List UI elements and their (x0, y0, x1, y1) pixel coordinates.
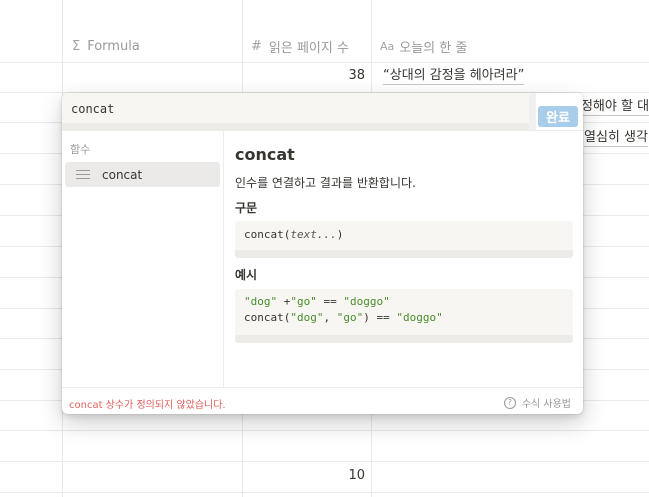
example-line: concat("dog", "go") == "doggo" (244, 311, 443, 324)
function-item-label: concat (102, 167, 143, 182)
syntax-code-block: concat(text...) (235, 221, 573, 258)
column-header-pages[interactable]: # 읽은 페이지 수 (251, 36, 349, 56)
vertical-scrollbar[interactable] (529, 93, 536, 130)
help-label: 수식 사용법 (521, 399, 571, 410)
code-scrollbar[interactable] (235, 250, 573, 258)
table-header: Σ Formula # 읽은 페이지 수 Aa 오늘의 한 줄 (0, 0, 649, 63)
row-divider (0, 430, 649, 431)
formula-input-text[interactable]: concat (71, 102, 114, 116)
sigma-icon: Σ (72, 38, 81, 54)
column-label: 읽은 페이지 수 (268, 40, 349, 56)
column-header-quote[interactable]: Aa 오늘의 한 줄 (380, 36, 467, 56)
formula-help-link[interactable]: ? 수식 사용법 (503, 395, 571, 410)
syntax-heading: 구문 (235, 201, 258, 215)
question-circle-icon: ? (503, 396, 516, 409)
function-description: 인수를 연결하고 결과를 반환합니다. (235, 176, 416, 190)
function-item-concat[interactable]: concat (65, 162, 220, 187)
example-line: "dog" +"go" == "doggo" (244, 295, 390, 308)
popup-footer: concat 상수가 정의되지 않았습니다. ? 수식 사용법 (62, 387, 583, 414)
example-code-block: "dog" +"go" == "doggo" concat("dog", "go… (235, 289, 573, 343)
pages-cell[interactable]: 10 (348, 468, 365, 483)
formula-input[interactable]: concat (62, 93, 529, 130)
number-icon: # (251, 38, 262, 54)
function-docs: concat 인수를 연결하고 결과를 반환합니다. 구문 concat(tex… (235, 131, 573, 387)
error-message: concat 상수가 정의되지 않았습니다. (69, 400, 226, 411)
horizontal-scrollbar[interactable] (62, 123, 529, 130)
syntax-line: concat(text...) (244, 228, 344, 241)
quote-cell[interactable]: “상대의 감정을 헤아려라” (383, 67, 525, 85)
function-list: 함수 concat (62, 131, 224, 387)
column-label: Formula (87, 38, 140, 54)
formula-editor-popup: concat 함수 concat concat 인수를 연결하고 결과를 반환합… (62, 93, 583, 414)
example-heading: 예시 (235, 268, 258, 282)
done-button[interactable]: 완료 (538, 106, 578, 127)
row-divider (0, 492, 649, 493)
pages-cell[interactable]: 38 (348, 68, 365, 83)
row-divider (0, 461, 649, 462)
quote-cell[interactable]: 열심히 생각 (584, 129, 648, 147)
function-list-heading: 함수 (70, 143, 91, 156)
function-title: concat (235, 145, 295, 164)
text-lines-icon (76, 167, 90, 182)
column-label: 오늘의 한 줄 (399, 40, 468, 56)
code-scrollbar[interactable] (235, 335, 573, 343)
text-icon: Aa (380, 39, 395, 53)
column-header-formula[interactable]: Σ Formula (72, 36, 140, 56)
